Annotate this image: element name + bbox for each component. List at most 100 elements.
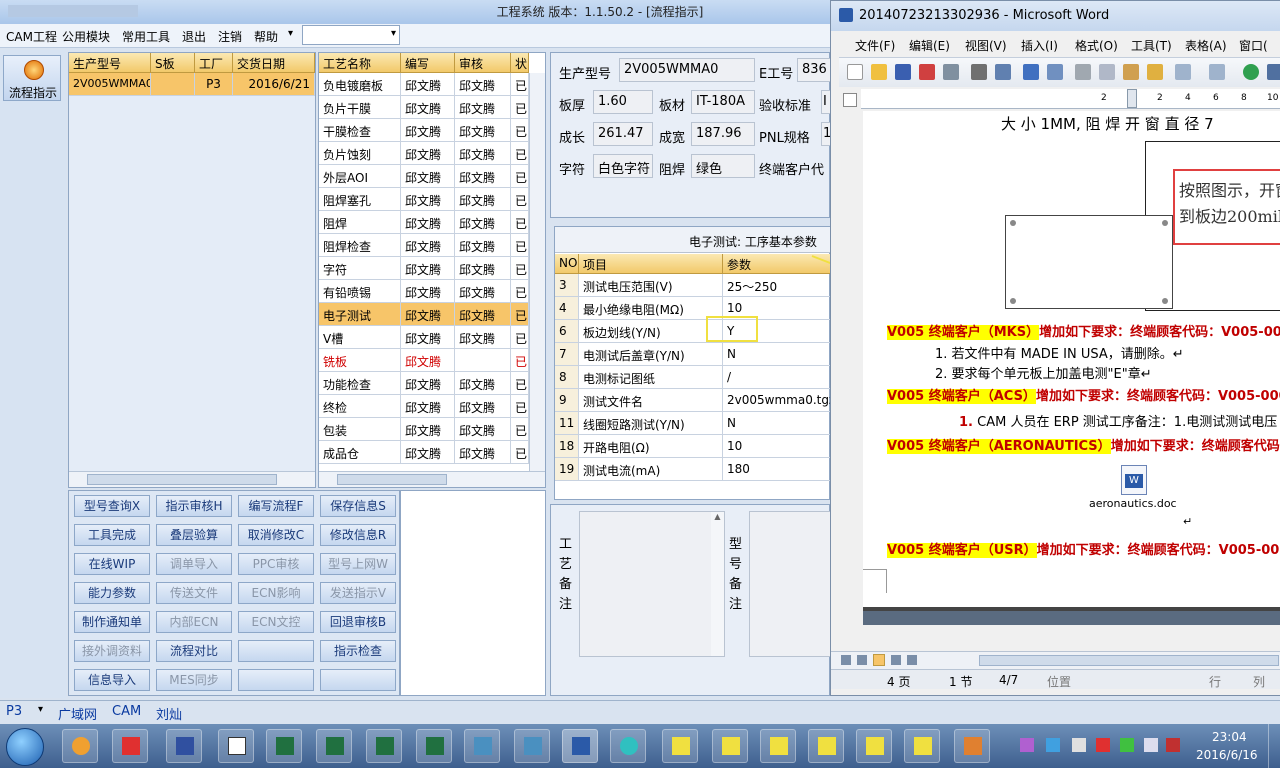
embedded-doc-icon[interactable]: W — [1121, 465, 1147, 495]
taskbar-x-4[interactable] — [808, 729, 844, 763]
table-row[interactable]: 负片干膜 邱文腾 邱文腾已 — [319, 96, 529, 119]
menu-help-arrow-icon[interactable]: ▾ — [288, 28, 293, 39]
taskbar-notepad[interactable] — [218, 729, 254, 763]
table-row[interactable]: 负电镀磨板 邱文腾 邱文腾已 — [319, 73, 529, 96]
scroll-thumb[interactable] — [87, 474, 277, 485]
orders-hscroll[interactable] — [69, 471, 315, 487]
taskbar-shell[interactable] — [62, 729, 98, 763]
document-page[interactable]: 大 小 1MM, 阻 焊 开 窗 直 径 7 按照图示，开窗边 到板边200mi… — [863, 111, 1280, 611]
param-value[interactable]: / — [723, 366, 831, 389]
col-writer[interactable]: 编写 — [401, 53, 455, 73]
action-button[interactable]: 指示审核H — [156, 495, 232, 517]
width-field[interactable]: 187.96 — [691, 122, 755, 146]
action-button[interactable]: PPC审核 — [238, 553, 314, 575]
menu-logout[interactable]: 注销 — [218, 28, 242, 45]
param-value[interactable]: 10 — [723, 435, 831, 458]
table-row[interactable]: 18 开路电阻(Ω) 10 — [555, 435, 831, 458]
embedded-doc-name[interactable]: aeronautics.doc — [1089, 497, 1177, 510]
undo-icon[interactable] — [1175, 64, 1191, 80]
table-row[interactable]: 功能检查 邱文腾 邱文腾已 — [319, 372, 529, 395]
print-layout-icon[interactable] — [873, 654, 885, 666]
taskbar-excel-1[interactable] — [266, 729, 302, 763]
process-notes-field[interactable] — [579, 511, 725, 657]
taskbar-disc[interactable] — [610, 729, 646, 763]
empty-button[interactable] — [238, 669, 314, 691]
scroll-thumb[interactable] — [979, 655, 1279, 666]
action-button[interactable]: 接外调资料 — [74, 640, 150, 662]
table-row[interactable]: 字符 邱文腾 邱文腾已 — [319, 257, 529, 280]
word-menu-edit[interactable]: 编辑(E) — [909, 37, 950, 54]
tray-icon-2[interactable] — [1046, 738, 1060, 752]
copy-icon[interactable] — [1099, 64, 1115, 80]
research-icon[interactable] — [1047, 64, 1063, 80]
eno-field[interactable]: 836 — [797, 58, 831, 82]
reading-view-icon[interactable] — [907, 655, 917, 665]
col-item[interactable]: 项目 — [579, 254, 723, 274]
param-value[interactable]: N — [723, 412, 831, 435]
table-row[interactable]: 11 线圈短路测试(Y/N) N — [555, 412, 831, 435]
taskbar-x-3[interactable] — [760, 729, 796, 763]
thickness-field[interactable]: 1.60 — [593, 90, 653, 114]
action-button[interactable]: ECN影响 — [238, 582, 314, 604]
taskbar-app-red[interactable] — [112, 729, 148, 763]
table-row[interactable]: 19 测试电流(mA) 180 — [555, 458, 831, 481]
action-button[interactable]: 内部ECN — [156, 611, 232, 633]
table-row[interactable]: 7 电测试后盖章(Y/N) N — [555, 343, 831, 366]
model-field[interactable]: 2V005WMMA0 — [619, 58, 755, 82]
length-field[interactable]: 261.47 — [593, 122, 653, 146]
menu-cam[interactable]: CAM工程 — [6, 28, 57, 45]
table-row[interactable]: 电子测试 邱文腾 邱文腾已 — [319, 303, 529, 326]
new-doc-icon[interactable] — [847, 64, 863, 80]
ruler[interactable]: 2 2 4 6 8 10 — [861, 89, 1280, 109]
action-button[interactable]: 取消修改C — [238, 524, 314, 546]
taskbar-excel-3[interactable] — [366, 729, 402, 763]
table-row[interactable]: 终检 邱文腾 邱文腾已 — [319, 395, 529, 418]
table-row[interactable]: 3 测试电压范围(V) 25～250 — [555, 274, 831, 297]
menu-public[interactable]: 公用模块 — [62, 28, 110, 45]
action-button[interactable]: 信息导入 — [74, 669, 150, 691]
tray-icon-3[interactable] — [1072, 738, 1086, 752]
notes-vscroll[interactable]: ▲ — [711, 512, 724, 656]
tray-icon-4[interactable] — [1096, 738, 1110, 752]
table-row[interactable]: 阻焊 邱文腾 邱文腾已 — [319, 211, 529, 234]
col-no[interactable]: NO — [555, 254, 579, 274]
menu-tools[interactable]: 常用工具 — [122, 28, 170, 45]
action-button[interactable]: 编写流程F — [238, 495, 314, 517]
action-button[interactable]: 指示检查 — [320, 640, 396, 662]
word-menu-table[interactable]: 表格(A) — [1185, 37, 1227, 54]
char-field[interactable]: 白色字符 — [593, 154, 653, 178]
table-row[interactable]: 8 电测标记图纸 / — [555, 366, 831, 389]
process-hscroll[interactable] — [319, 471, 545, 487]
col-state[interactable]: 状 — [511, 53, 529, 73]
menu-exit[interactable]: 退出 — [182, 28, 206, 45]
col-model[interactable]: 生产型号 — [69, 53, 151, 73]
indent-marker[interactable] — [1127, 89, 1137, 108]
action-button[interactable]: 型号查询X — [74, 495, 150, 517]
action-button[interactable]: 保存信息S — [320, 495, 396, 517]
table-row[interactable]: 成品仓 邱文腾 邱文腾已 — [319, 441, 529, 464]
table-row[interactable]: 外层AOI 邱文腾 邱文腾已 — [319, 165, 529, 188]
save-icon[interactable] — [895, 64, 911, 80]
word-menu-window[interactable]: 窗口( — [1239, 37, 1268, 54]
word-menu-insert[interactable]: 插入(I) — [1021, 37, 1058, 54]
col-reviewer[interactable]: 审核 — [455, 53, 511, 73]
outline-view-icon[interactable] — [891, 655, 901, 665]
action-button[interactable]: 能力参数 — [74, 582, 150, 604]
param-value[interactable]: N — [723, 343, 831, 366]
action-button[interactable]: 叠层验算 — [156, 524, 232, 546]
col-factory[interactable]: 工厂 — [195, 53, 233, 73]
tables-icon[interactable] — [1267, 64, 1280, 80]
print-icon[interactable] — [971, 64, 987, 80]
table-row[interactable]: 有铅喷锡 邱文腾 邱文腾已 — [319, 280, 529, 303]
taskbar-image-1[interactable] — [464, 729, 500, 763]
table-row[interactable]: 阻焊检查 邱文腾 邱文腾已 — [319, 234, 529, 257]
table-row[interactable]: 2V005WMMA0 P3 2016/6/21 — [69, 73, 315, 96]
col-s[interactable]: S板 — [151, 53, 195, 73]
model-notes-field[interactable] — [749, 511, 831, 657]
action-button[interactable]: 制作通知单 — [74, 611, 150, 633]
taskbar-excel-2[interactable] — [316, 729, 352, 763]
param-value[interactable]: 180 — [723, 458, 831, 481]
tab-selector[interactable] — [843, 93, 857, 107]
clock-date[interactable]: 2016/6/16 — [1196, 748, 1258, 762]
scroll-thumb[interactable] — [337, 474, 447, 485]
